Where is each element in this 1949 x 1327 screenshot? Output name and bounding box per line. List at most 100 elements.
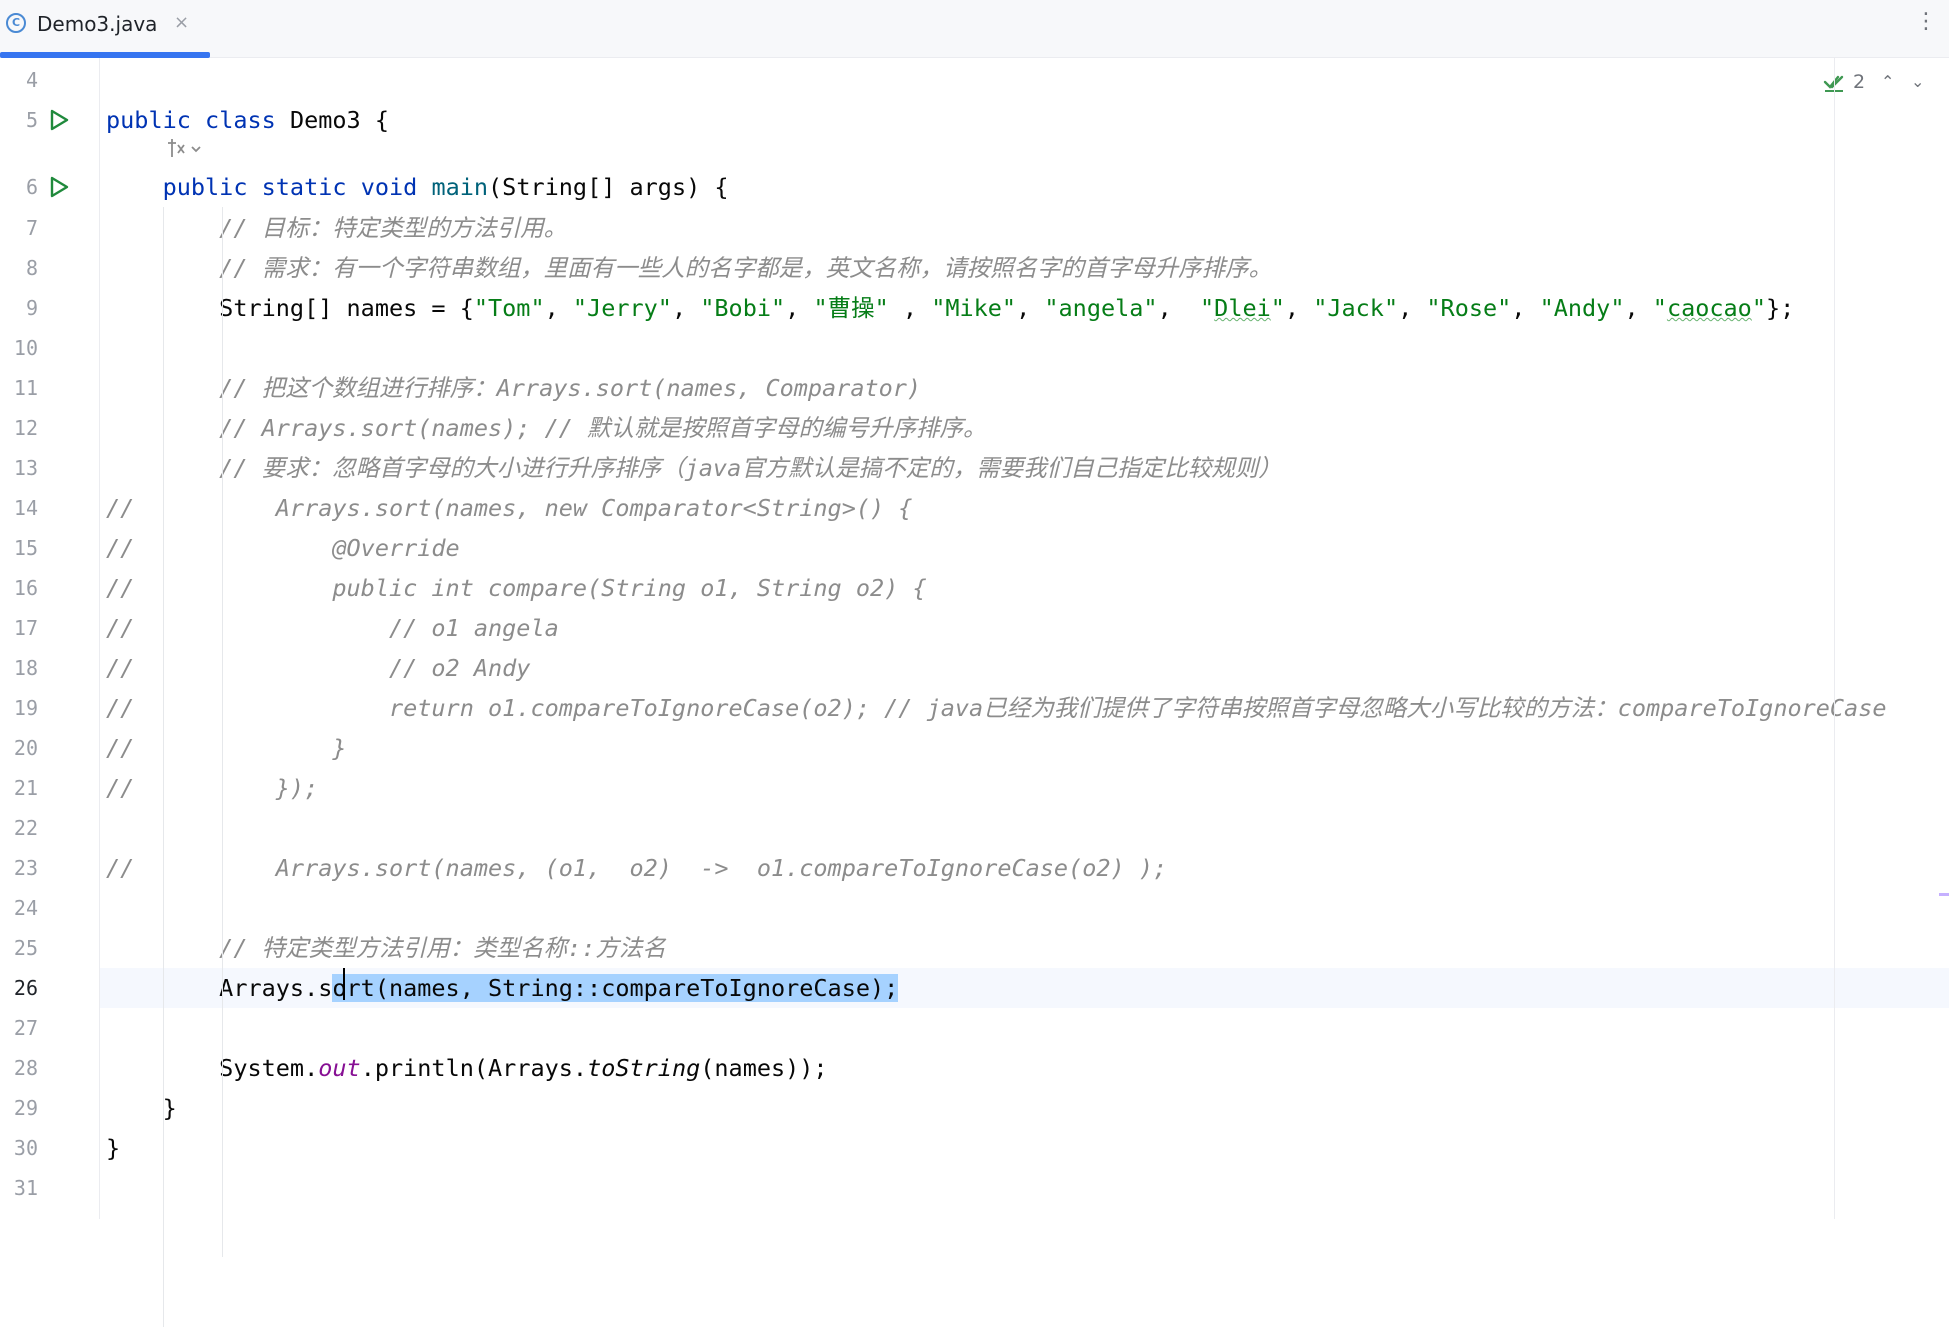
code-line[interactable]: // // o2 Andy <box>100 648 1949 688</box>
scrollbar-marker[interactable] <box>1939 893 1949 896</box>
gutter-row[interactable]: 20 <box>0 728 100 768</box>
code-line[interactable]: // }); <box>100 768 1949 808</box>
line-number: 17 <box>13 616 38 640</box>
code-line[interactable] <box>100 328 1949 368</box>
gutter-row[interactable]: 13 <box>0 448 100 488</box>
code-line[interactable] <box>100 808 1949 848</box>
code-line-text[interactable]: } <box>106 1128 120 1168</box>
line-number: 18 <box>13 656 38 680</box>
code-line[interactable] <box>100 1168 1949 1208</box>
gutter-row[interactable]: 6 <box>0 167 100 207</box>
code-line-text[interactable]: // return o1.compareToIgnoreCase(o2); //… <box>106 688 1887 728</box>
gutter-row[interactable]: 9 <box>0 288 100 328</box>
code-line[interactable]: // 特定类型方法引用：类型名称::方法名 <box>100 928 1949 968</box>
code-line[interactable]: String[] names = {"Tom", "Jerry", "Bobi"… <box>100 288 1949 328</box>
code-line-text[interactable]: System.out.println(Arrays.toString(names… <box>106 1048 827 1088</box>
gutter-row[interactable]: 21 <box>0 768 100 808</box>
line-number: 16 <box>13 576 38 600</box>
gutter-row[interactable]: 10 <box>0 328 100 368</box>
run-icon[interactable] <box>47 175 71 199</box>
line-number: 28 <box>13 1056 38 1080</box>
line-number: 26 <box>13 976 38 1000</box>
code-line[interactable]: } <box>100 1088 1949 1128</box>
gutter-row[interactable]: 7 <box>0 208 100 248</box>
code-line-text[interactable]: // public int compare(String o1, String … <box>106 568 927 608</box>
gutter-row[interactable]: 17 <box>0 608 100 648</box>
code-line-text[interactable]: // 要求：忽略首字母的大小进行升序排序（java官方默认是搞不定的，需要我们自… <box>106 448 1282 488</box>
code-line[interactable]: // Arrays.sort(names); // 默认就是按照首字母的编号升序… <box>100 408 1949 448</box>
code-line-text[interactable]: // // o1 angela <box>106 608 559 648</box>
code-editor[interactable]: public class Demo3 { public static void … <box>100 58 1949 1327</box>
gutter-row[interactable]: 28 <box>0 1048 100 1088</box>
line-number: 29 <box>13 1096 38 1120</box>
code-line[interactable]: Arrays.sort(names, String::compareToIgno… <box>100 968 1949 1008</box>
code-line[interactable]: // Arrays.sort(names, new Comparator<Str… <box>100 488 1949 528</box>
line-number: 8 <box>25 256 38 280</box>
gutter-row[interactable]: 31 <box>0 1168 100 1208</box>
line-number: 30 <box>13 1136 38 1160</box>
code-line-text[interactable]: // }); <box>106 768 318 808</box>
gutter-row[interactable]: 14 <box>0 488 100 528</box>
gutter-row[interactable]: 11 <box>0 368 100 408</box>
code-line-text[interactable]: // // o2 Andy <box>106 648 530 688</box>
line-number: 23 <box>13 856 38 880</box>
code-line-text[interactable]: // Arrays.sort(names, (o1, o2) -> o1.com… <box>106 848 1167 888</box>
gutter-row[interactable]: 16 <box>0 568 100 608</box>
code-line-text[interactable]: public static void main(String[] args) { <box>106 167 729 207</box>
code-line[interactable]: // 目标：特定类型的方法引用。 <box>100 208 1949 248</box>
gutter-row[interactable]: 27 <box>0 1008 100 1048</box>
code-line[interactable]: } <box>100 1128 1949 1168</box>
code-line[interactable]: // public int compare(String o1, String … <box>100 568 1949 608</box>
line-number: 20 <box>13 736 38 760</box>
tab-close-button[interactable]: × <box>174 12 189 33</box>
code-line-text[interactable]: } <box>106 1088 177 1128</box>
code-line[interactable]: // 要求：忽略首字母的大小进行升序排序（java官方默认是搞不定的，需要我们自… <box>100 448 1949 488</box>
code-line[interactable]: System.out.println(Arrays.toString(names… <box>100 1048 1949 1088</box>
code-line[interactable]: // // o1 angela <box>100 608 1949 648</box>
gutter-row[interactable]: 18 <box>0 648 100 688</box>
code-line[interactable] <box>100 60 1949 100</box>
line-number: 4 <box>25 68 38 92</box>
gutter-row[interactable]: 23 <box>0 848 100 888</box>
gutter-row[interactable]: 30 <box>0 1128 100 1168</box>
code-line-text[interactable]: String[] names = {"Tom", "Jerry", "Bobi"… <box>106 288 1794 328</box>
code-line[interactable]: // return o1.compareToIgnoreCase(o2); //… <box>100 688 1949 728</box>
code-line-text[interactable]: // Arrays.sort(names, new Comparator<Str… <box>106 488 912 528</box>
code-line-text[interactable]: // 把这个数组进行排序：Arrays.sort(names, Comparat… <box>106 368 921 408</box>
gutter-row[interactable]: 15 <box>0 528 100 568</box>
code-line[interactable]: // 把这个数组进行排序：Arrays.sort(names, Comparat… <box>100 368 1949 408</box>
code-line[interactable]: public static void main(String[] args) { <box>100 167 1949 207</box>
line-number: 24 <box>13 896 38 920</box>
gutter-row[interactable]: 4 <box>0 60 100 100</box>
gutter-row[interactable]: 12 <box>0 408 100 448</box>
line-number: 14 <box>13 496 38 520</box>
code-line-text[interactable]: // 需求：有一个字符串数组，里面有一些人的名字都是，英文名称，请按照名字的首字… <box>106 248 1272 288</box>
indent-guide <box>222 207 223 1257</box>
code-line-text[interactable]: // } <box>106 728 347 768</box>
line-number: 31 <box>13 1176 38 1200</box>
code-line[interactable] <box>100 888 1949 928</box>
code-line[interactable]: // @Override <box>100 528 1949 568</box>
code-line-text[interactable]: // 特定类型方法引用：类型名称::方法名 <box>106 928 666 968</box>
gutter-row[interactable]: 26 <box>0 968 100 1008</box>
gutter-row[interactable]: 24 <box>0 888 100 928</box>
code-line[interactable]: // 需求：有一个字符串数组，里面有一些人的名字都是，英文名称，请按照名字的首字… <box>100 248 1949 288</box>
tab-title[interactable]: Demo3.java <box>37 12 157 36</box>
code-line-text[interactable]: Arrays.sort(names, String::compareToIgno… <box>106 968 899 1008</box>
code-line[interactable]: // } <box>100 728 1949 768</box>
gutter-row[interactable]: 19 <box>0 688 100 728</box>
editor-gutter[interactable]: 4 5 6 7 8 9 10 11 12 13 14 15 16 17 18 19 20 21 22 23 24 25 26… <box>0 58 201 1219</box>
code-line-text[interactable]: // 目标：特定类型的方法引用。 <box>106 208 567 248</box>
gutter-row[interactable]: 22 <box>0 808 100 848</box>
code-line[interactable] <box>100 1008 1949 1048</box>
gutter-row[interactable]: 8 <box>0 248 100 288</box>
code-line-text[interactable]: // Arrays.sort(names); // 默认就是按照首字母的编号升序… <box>106 408 986 448</box>
more-options-icon[interactable]: ⋮ <box>1915 10 1937 34</box>
run-icon[interactable] <box>47 108 71 132</box>
gutter-row[interactable]: 25 <box>0 928 100 968</box>
line-number: 25 <box>13 936 38 960</box>
tab-demo3-java[interactable]: C Demo3.java × <box>0 0 210 58</box>
code-line[interactable]: // Arrays.sort(names, (o1, o2) -> o1.com… <box>100 848 1949 888</box>
code-line-text[interactable]: // @Override <box>106 528 460 568</box>
gutter-row[interactable]: 29 <box>0 1088 100 1128</box>
